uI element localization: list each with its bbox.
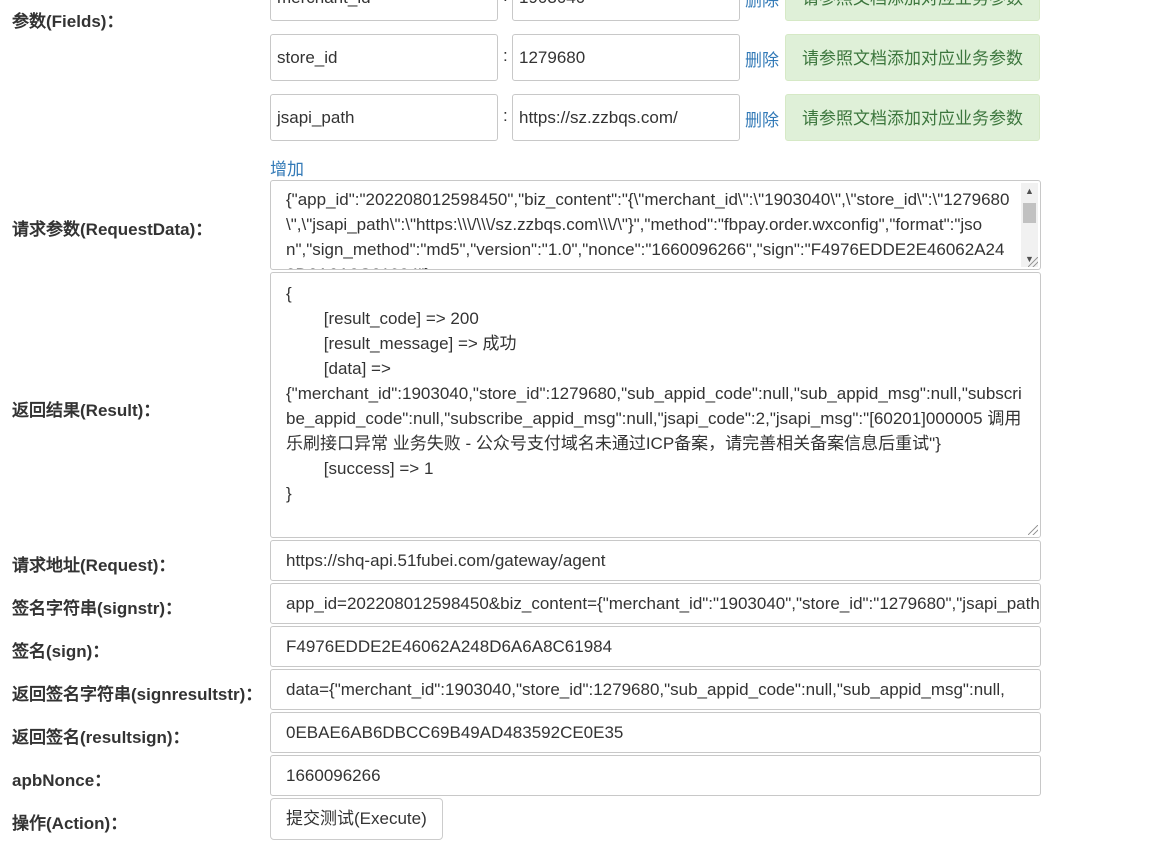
field-colon: : (503, 0, 508, 6)
delete-link-store-id[interactable]: 删除 (745, 46, 779, 71)
result-text: { [result_code] => 200 [result_message] … (286, 284, 1022, 503)
field-colon: : (503, 106, 508, 125)
request-url-input[interactable]: https://shq-api.51fubei.com/gateway/agen… (270, 540, 1041, 581)
scroll-thumb[interactable] (1023, 203, 1036, 223)
field-colon: : (503, 46, 508, 65)
result-label: 返回结果(Result)： (12, 401, 161, 420)
request-data-label: 请求参数(RequestData)： (12, 220, 213, 239)
field-value-merchant-id[interactable]: 1903040 (512, 0, 740, 21)
fields-label: 参数(Fields)： (12, 12, 124, 31)
delete-link-merchant-id[interactable]: 删除 (745, 0, 779, 11)
param-hint: 请参照文档添加对应业务参数 (785, 34, 1040, 81)
action-label: 操作(Action)： (12, 814, 128, 833)
resultsign-input[interactable]: 0EBAE6AB6DBCC69B49AD483592CE0E35 (270, 712, 1041, 753)
execute-button[interactable]: 提交测试(Execute) (270, 798, 443, 840)
param-hint: 请参照文档添加对应业务参数 (785, 0, 1040, 21)
signresultstr-input[interactable]: data={"merchant_id":1903040,"store_id":1… (270, 669, 1041, 710)
signresultstr-label: 返回签名字符串(signresultstr)： (12, 685, 263, 704)
signstr-input[interactable]: app_id=202208012598450&biz_content={"mer… (270, 583, 1041, 624)
field-key-jsapi-path[interactable]: jsapi_path (270, 94, 498, 141)
sign-label: 签名(sign)： (12, 642, 110, 661)
apbnonce-input[interactable]: 1660096266 (270, 755, 1041, 796)
request-data-text: {"app_id":"202208012598450","biz_content… (286, 190, 1010, 269)
request-data-textarea[interactable]: {"app_id":"202208012598450","biz_content… (270, 180, 1041, 270)
resultsign-label: 返回签名(resultsign)： (12, 728, 190, 747)
add-field-link[interactable]: 增加 (270, 155, 304, 180)
param-hint: 请参照文档添加对应业务参数 (785, 94, 1040, 141)
field-value-jsapi-path[interactable]: https://sz.zzbqs.com/ (512, 94, 740, 141)
signstr-label: 签名字符串(signstr)： (12, 599, 182, 618)
scroll-up-icon[interactable]: ▲ (1021, 183, 1038, 199)
resize-grip-icon[interactable] (1028, 525, 1038, 535)
field-value-store-id[interactable]: 1279680 (512, 34, 740, 81)
request-data-scrollbar[interactable]: ▲ ▼ (1021, 183, 1038, 267)
apbnonce-label: apbNonce： (12, 771, 112, 790)
sign-input[interactable]: F4976EDDE2E46062A248D6A6A8C61984 (270, 626, 1041, 667)
result-textarea[interactable]: { [result_code] => 200 [result_message] … (270, 272, 1041, 538)
resize-grip-icon[interactable] (1028, 257, 1038, 267)
delete-link-jsapi-path[interactable]: 删除 (745, 106, 779, 131)
field-key-merchant-id[interactable]: merchant_id (270, 0, 498, 21)
request-url-label: 请求地址(Request)： (12, 556, 176, 575)
field-key-store-id[interactable]: store_id (270, 34, 498, 81)
